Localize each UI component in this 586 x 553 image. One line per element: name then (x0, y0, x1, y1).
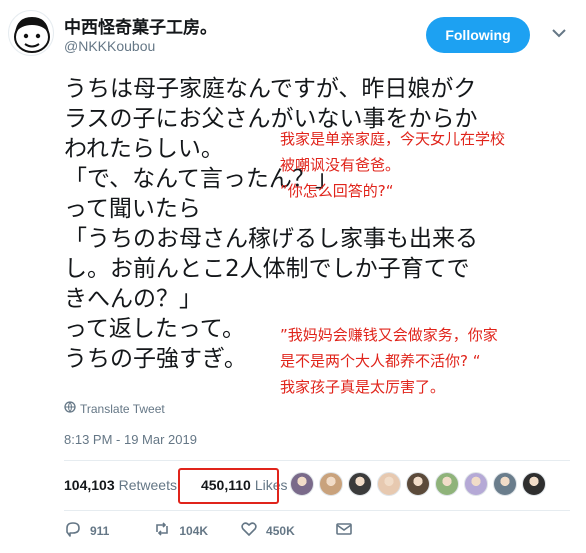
avatar[interactable] (8, 10, 54, 56)
reply-icon (64, 520, 82, 541)
reply-count: 911 (90, 523, 110, 538)
liker-avatar[interactable] (435, 472, 459, 496)
display-name[interactable]: 中西怪奇菓子工房。 (64, 13, 217, 38)
tweet-line: し。お前んとこ2人体制でしか子育てで (64, 256, 470, 282)
liker-avatar[interactable] (319, 472, 343, 496)
overlay-line: ”我妈妈会赚钱又会做家务，你家 (280, 326, 498, 344)
liker-avatar[interactable] (290, 472, 314, 496)
translation-overlay-1: 我家是单亲家庭，今天女儿在学校 被嘲讽没有爸爸。 ”你怎么回答的?“ (280, 126, 505, 204)
like-button[interactable]: 450K (240, 520, 295, 541)
tweet-line: きへんの？」 (64, 286, 202, 312)
retweets-label[interactable]: Retweets (119, 477, 177, 493)
direct-message-button[interactable] (335, 520, 353, 541)
tweet-timestamp[interactable]: 8:13 PM - 19 Mar 2019 (64, 432, 197, 447)
tweet-actions: 911 104K 450K (64, 520, 353, 541)
tweet-line: うちは母子家庭なんですが、昨日娘がク (64, 76, 477, 102)
liker-avatar[interactable] (522, 472, 546, 496)
retweet-button[interactable]: 104K (153, 520, 208, 541)
retweet-icon (153, 520, 171, 541)
heart-icon (240, 520, 258, 541)
tweet-header: 中西怪奇菓子工房。 @NKKKoubou Following (0, 0, 586, 66)
divider (64, 460, 570, 461)
chevron-down-icon[interactable] (548, 22, 570, 44)
globe-icon (64, 401, 76, 416)
overlay-line: 我家是单亲家庭，今天女儿在学校 (280, 130, 506, 148)
translation-overlay-2: ”我妈妈会赚钱又会做家务，你家 是不是两个大人都养不活你? “ 我家孩子真是太厉… (280, 322, 498, 400)
liker-avatar[interactable] (377, 472, 401, 496)
overlay-line: ”你怎么回答的?“ (280, 182, 394, 200)
overlay-line: 我家孩子真是太厉害了。 (280, 378, 446, 396)
retweets-count[interactable]: 104,103 (64, 477, 115, 493)
divider (64, 510, 570, 511)
liker-avatar[interactable] (493, 472, 517, 496)
liker-avatar[interactable] (348, 472, 372, 496)
retweet-count: 104K (179, 523, 209, 538)
likes-highlight-box (178, 468, 279, 504)
liker-avatars (290, 472, 546, 496)
following-button[interactable]: Following (426, 17, 530, 53)
overlay-line: 被嘲讽没有爸爸。 (280, 156, 401, 174)
like-count: 450K (266, 523, 295, 538)
tweet-line: 「うちのお母さん稼げるし家事も出来る (64, 226, 478, 252)
reply-button[interactable]: 911 (64, 520, 109, 541)
translate-tweet-link[interactable]: Translate Tweet (64, 401, 165, 416)
overlay-line: 是不是两个大人都养不活你? “ (280, 352, 481, 370)
translate-label: Translate Tweet (80, 401, 165, 416)
liker-avatar[interactable] (464, 472, 488, 496)
user-handle[interactable]: @NKKKoubou (64, 38, 155, 54)
liker-avatar[interactable] (406, 472, 430, 496)
mail-icon (335, 520, 353, 541)
